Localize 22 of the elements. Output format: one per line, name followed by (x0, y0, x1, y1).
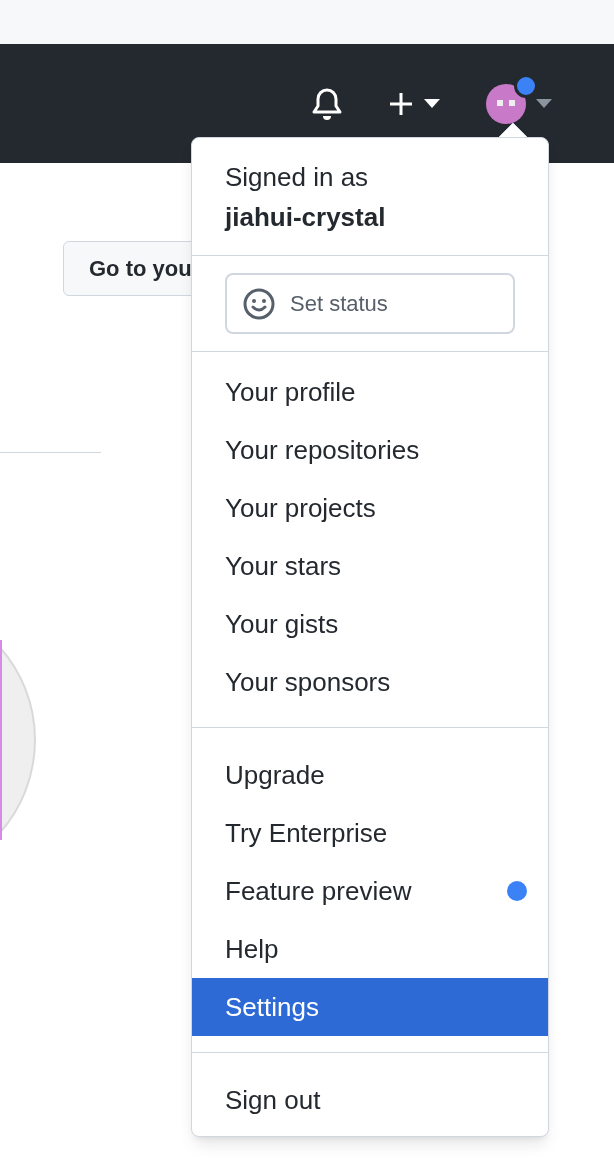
set-status-button[interactable]: Set status (225, 273, 515, 334)
plus-icon (388, 90, 414, 117)
menu-item[interactable]: Upgrade (192, 746, 548, 804)
avatar-icon (486, 83, 526, 124)
caret-icon (536, 99, 552, 108)
menu-item[interactable]: Settings (192, 978, 548, 1036)
menu-item[interactable]: Your profile (192, 363, 548, 421)
menu-item[interactable]: Your projects (192, 479, 548, 537)
menu-item[interactable]: Try Enterprise (192, 804, 548, 862)
menu-item[interactable]: Sign out (192, 1071, 548, 1129)
caret-icon (424, 99, 440, 108)
menu-item[interactable]: Feature preview (192, 862, 548, 920)
username: jiahui-crystal (225, 200, 387, 234)
notifications-icon[interactable] (312, 86, 342, 121)
signed-in-label: Signed in as (225, 160, 370, 194)
smiley-icon (243, 287, 275, 320)
menu-item[interactable]: Your sponsors (192, 653, 548, 711)
menu-item[interactable]: Your stars (192, 537, 548, 595)
menu-item[interactable]: Your repositories (192, 421, 548, 479)
create-new-button[interactable] (388, 90, 440, 117)
menu-item[interactable]: Your gists (192, 595, 548, 653)
menu-item[interactable]: Help (192, 920, 548, 978)
